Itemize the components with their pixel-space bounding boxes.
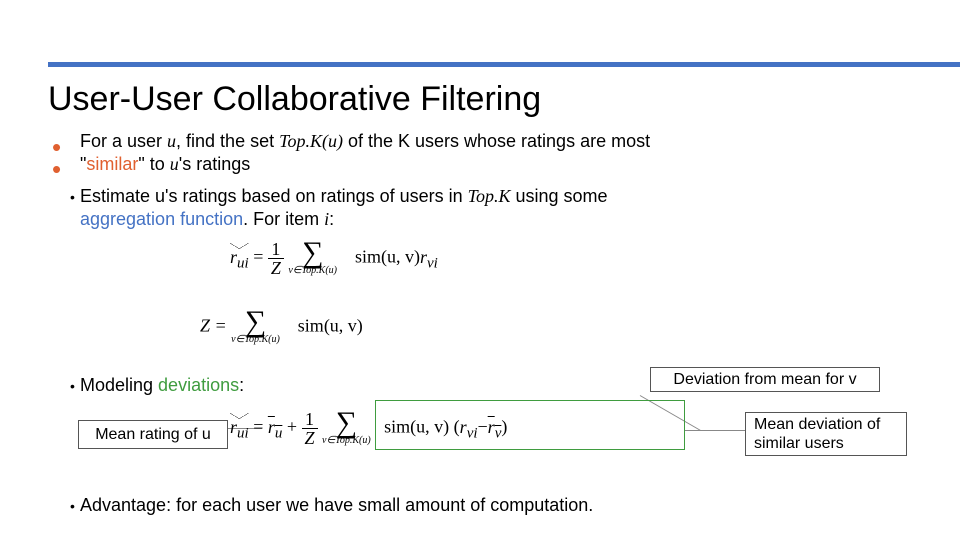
text: : <box>239 375 244 395</box>
sum-over-topk: ∑ v∈Top.K(u) <box>322 411 371 446</box>
bullet-marker: • <box>52 154 61 185</box>
fraction-1-over-z: 1 Z <box>302 410 318 447</box>
label-deviation-from-mean: Deviation from mean for v <box>650 367 880 392</box>
text: Estimate u's ratings based on ratings of… <box>80 186 468 206</box>
fraction-1-over-z: 1 Z <box>268 240 284 277</box>
text: , find the set <box>176 131 279 151</box>
fn-topk: Top.K <box>468 186 511 206</box>
equals: = <box>253 247 268 267</box>
var-r-hat: rui <box>230 247 249 273</box>
text: . For item <box>243 209 324 229</box>
word-similar: similar <box>86 154 138 174</box>
sim-fn: sim <box>298 316 324 336</box>
var-r-vi: rvi <box>460 417 478 437</box>
plus: + <box>287 417 302 437</box>
text: 's ratings <box>179 154 250 174</box>
bullet-2-line-1: Estimate u's ratings based on ratings of… <box>80 185 930 208</box>
title-underline <box>48 62 960 67</box>
page-title: User-User Collaborative Filtering <box>48 80 541 119</box>
formula-z: Z = ∑ v∈Top.K(u) sim(u, v) <box>200 310 600 345</box>
equals: = <box>253 417 268 437</box>
sum-over-topk: ∑ v∈Top.K(u) <box>288 241 337 276</box>
bullet-1-line-1: For a user u, find the set Top.K(u) of t… <box>80 130 930 153</box>
formula-rui-hat: rui = 1 Z ∑ v∈Top.K(u) sim(u, v)rvi <box>230 240 630 277</box>
sim-fn: sim <box>355 247 381 267</box>
word-aggregation: aggregation function <box>80 209 243 229</box>
text: of the K users whose ratings are most <box>343 131 650 151</box>
var-rbar-u: ru <box>268 417 283 437</box>
fn-topk: Top.K(u) <box>279 131 343 151</box>
text: " to <box>138 154 169 174</box>
bullet-marker-small: • <box>70 378 75 394</box>
minus: − <box>478 417 488 437</box>
bullet-marker-small: • <box>70 189 75 205</box>
sum-over-topk: ∑ v∈Top.K(u) <box>231 310 280 345</box>
var-u: u <box>167 131 176 151</box>
close-paren: ) <box>501 417 507 437</box>
bullet-4: Advantage: for each user we have small a… <box>80 494 930 517</box>
z-equals: Z = <box>200 316 231 336</box>
var-u: u <box>170 154 179 174</box>
sim-fn: sim <box>384 417 410 437</box>
text: Modeling <box>80 375 158 395</box>
var-r-hat: rui <box>230 417 249 443</box>
bullet-marker-small: • <box>70 498 75 514</box>
label-mean-deviation: Mean deviation of similar users <box>745 412 907 456</box>
var-rbar-v: rv <box>488 417 502 437</box>
bullet-1-line-2: "similar" to u's ratings <box>80 153 930 176</box>
text: : <box>329 209 334 229</box>
text: For a user <box>80 131 167 151</box>
var-r-vi: rvi <box>420 247 438 267</box>
text: using some <box>511 186 608 206</box>
label-mean-rating-u: Mean rating of u <box>78 420 228 449</box>
sim-args: (u, v) <box>324 316 363 336</box>
text: Advantage: for each user we have small a… <box>80 495 593 515</box>
sim-args: (u, v) <box>381 247 420 267</box>
sim-args: (u, v) <box>410 417 449 437</box>
bullet-2-line-2: aggregation function. For item i: <box>80 208 930 231</box>
formula-rui-deviation: rui = ru + 1 Z ∑ v∈Top.K(u) sim(u, v) (r… <box>230 410 710 447</box>
word-deviations: deviations <box>158 375 239 395</box>
